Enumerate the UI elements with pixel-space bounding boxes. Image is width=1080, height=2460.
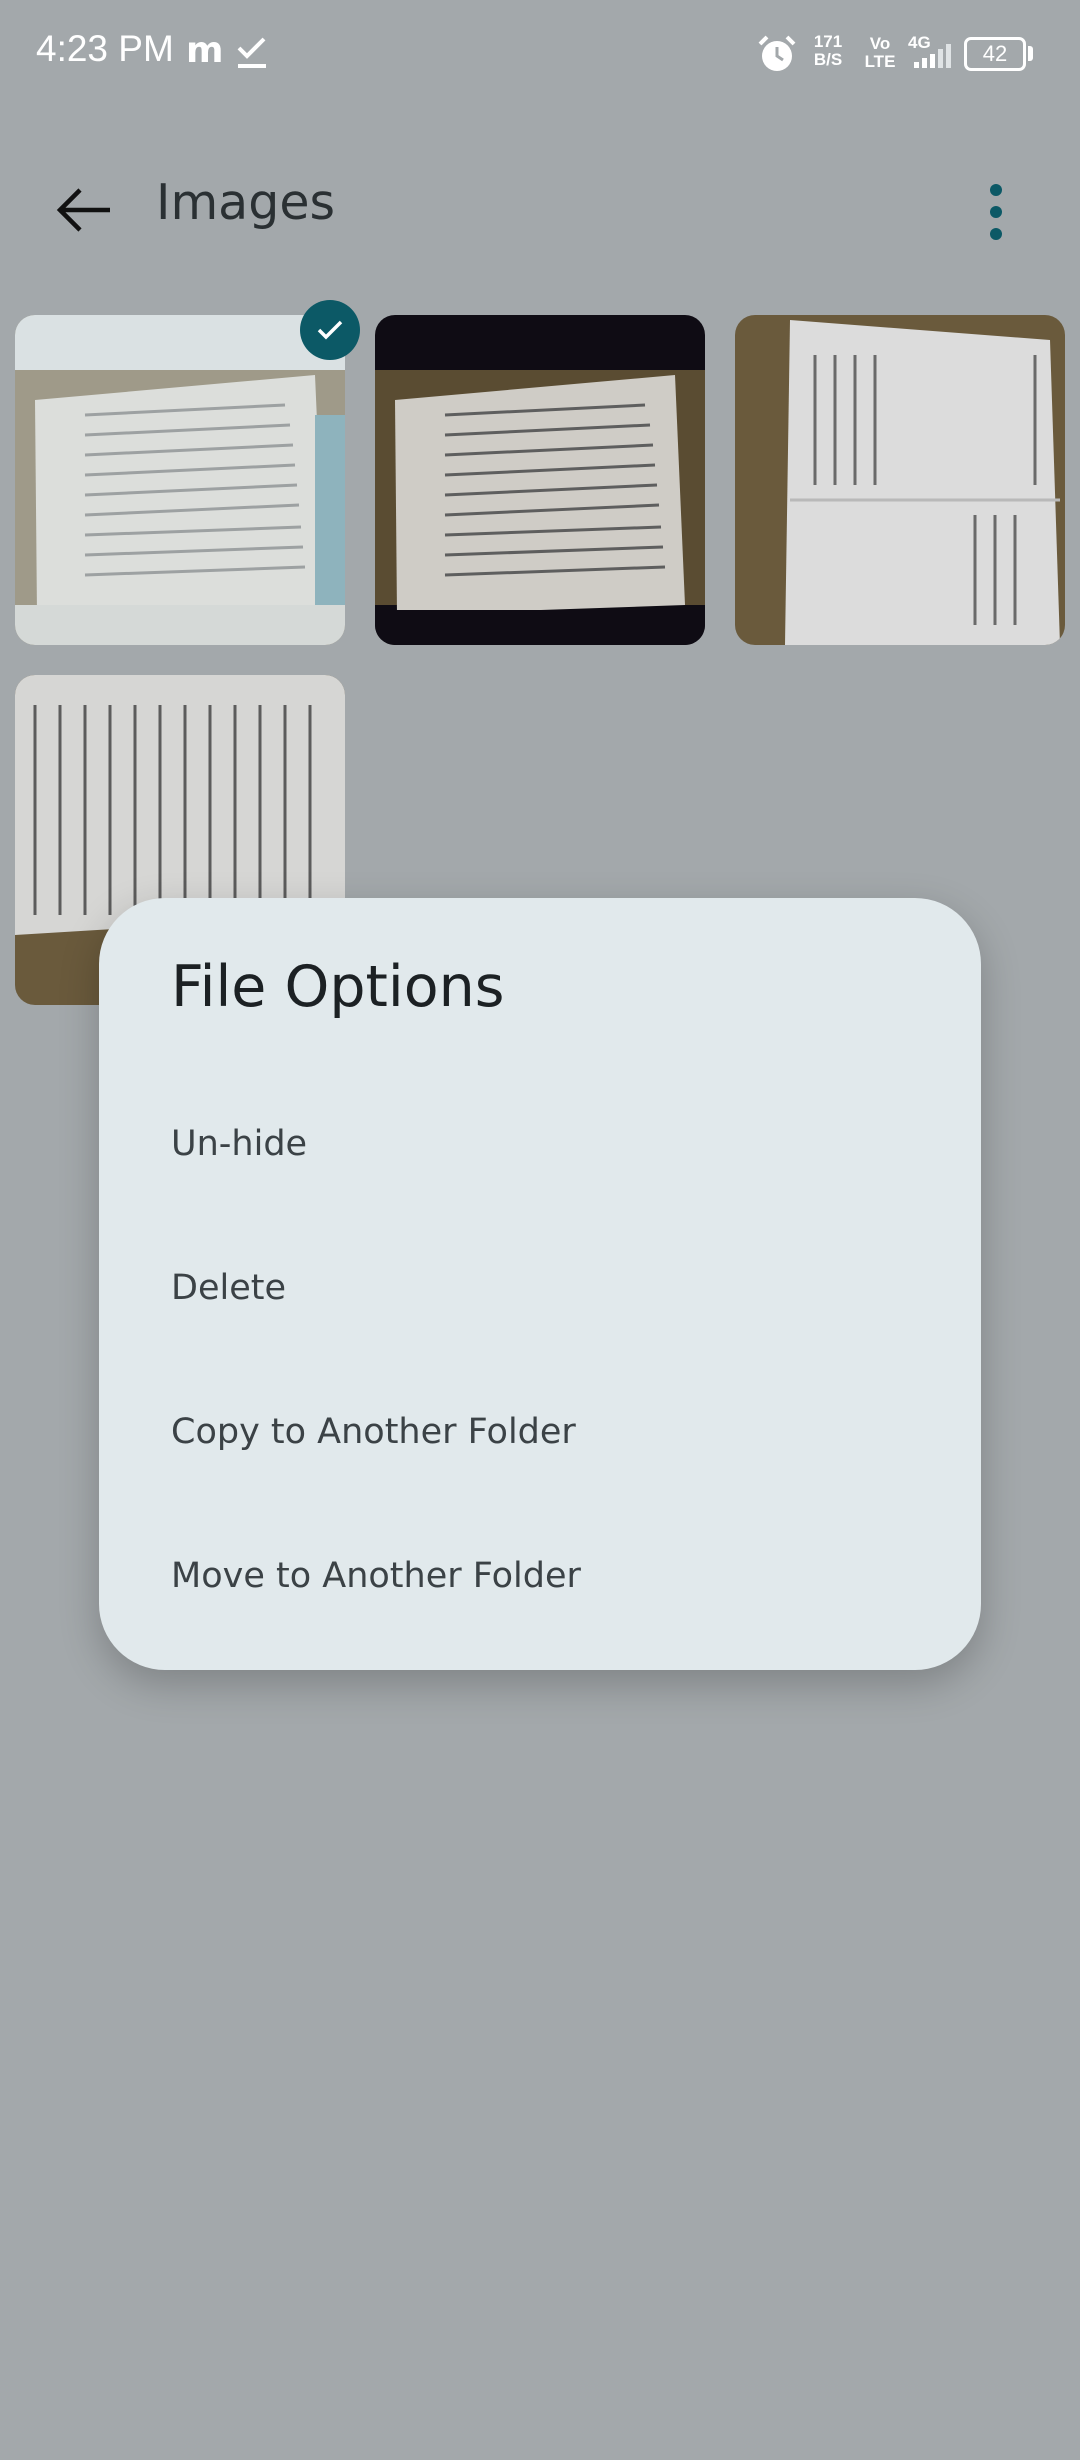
copy-to-folder-option[interactable]: Copy to Another Folder <box>99 1372 981 1492</box>
page-title: Images <box>156 174 335 231</box>
status-time: 4:23 PM <box>36 28 174 69</box>
status-bar: 4:23 PM m 171 B/S Vo LTE 4G 42 <box>0 0 1080 100</box>
move-to-folder-option[interactable]: Move to Another Folder <box>99 1516 981 1636</box>
file-options-dialog: File Options Un-hide Delete Copy to Anot… <box>99 898 981 1670</box>
network-speed: 171 B/S <box>810 33 846 69</box>
selection-overlay <box>15 315 345 645</box>
volte-bottom: LTE <box>864 52 896 71</box>
download-done-icon <box>237 37 266 68</box>
volte-indicator: Vo LTE <box>862 35 898 71</box>
book-photo <box>735 315 1065 645</box>
back-button[interactable] <box>44 170 124 250</box>
image-thumbnail[interactable] <box>375 315 705 645</box>
delete-option[interactable]: Delete <box>99 1228 981 1348</box>
top-app-bar: Images <box>0 150 1080 260</box>
more-vertical-icon <box>990 184 1002 240</box>
battery-icon: 42 <box>964 37 1026 71</box>
book-photo <box>375 315 705 645</box>
image-thumbnail[interactable] <box>15 315 345 645</box>
arrow-left-icon <box>56 188 110 232</box>
network-speed-unit: B/S <box>813 50 843 69</box>
more-options-button[interactable] <box>966 172 1026 252</box>
network-speed-value: 171 <box>813 32 843 51</box>
app-notification-icon: m <box>186 30 224 71</box>
battery-tip <box>1028 46 1033 61</box>
volte-top: Vo <box>869 34 891 53</box>
alarm-icon <box>758 35 796 71</box>
selected-check-badge <box>300 300 360 360</box>
unhide-option[interactable]: Un-hide <box>99 1084 981 1204</box>
dialog-title: File Options <box>171 954 505 1020</box>
image-thumbnail[interactable] <box>735 315 1065 645</box>
check-icon <box>317 320 343 340</box>
signal-icon <box>914 44 951 68</box>
